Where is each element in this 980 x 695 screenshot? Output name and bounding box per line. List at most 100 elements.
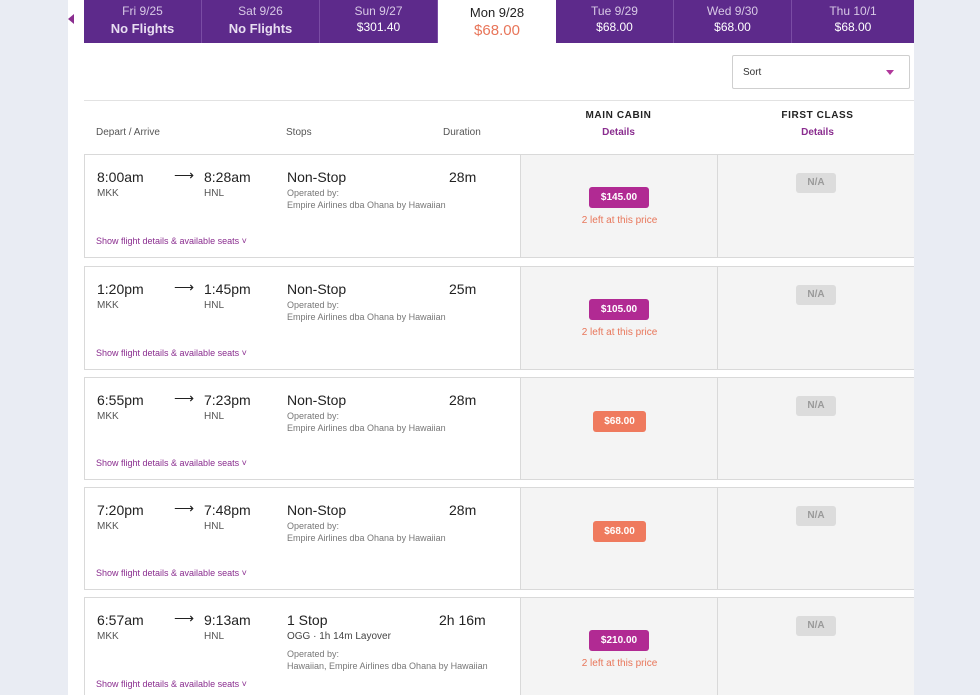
not-available-badge: N/A xyxy=(796,285,836,305)
first-class-cell: N/A xyxy=(717,378,914,479)
main-cabin-cell[interactable]: $68.00 xyxy=(520,488,717,589)
sort-label: Sort xyxy=(743,67,762,78)
flight-info: 6:55pm MKK ⟶ 7:23pm HNL Non-Stop Operate… xyxy=(85,378,520,479)
column-header-stops: Stops xyxy=(286,127,312,138)
first-class-details-link[interactable]: Details xyxy=(719,127,916,138)
arrow-right-icon: ⟶ xyxy=(174,390,195,406)
origin-code: MKK xyxy=(97,631,119,642)
date-tab-price: $68.00 xyxy=(714,20,751,34)
main-cabin-price-button[interactable]: $105.00 xyxy=(589,299,649,320)
operated-by-label: Operated by: xyxy=(287,411,340,421)
flight-row: 6:55pm MKK ⟶ 7:23pm HNL Non-Stop Operate… xyxy=(84,377,914,480)
show-flight-details-link[interactable]: Show flight details & available seats ˅ xyxy=(96,348,247,358)
operator-name: Empire Airlines dba Ohana by Hawaiian xyxy=(287,312,446,322)
arrive-time: 7:23pm xyxy=(204,392,251,408)
not-available-badge: N/A xyxy=(796,616,836,636)
arrive-time: 8:28am xyxy=(204,169,251,185)
date-tab-sat-9-26[interactable]: Sat 9/26 No Flights xyxy=(202,0,320,43)
stops-label: Non-Stop xyxy=(287,169,347,185)
destination-code: HNL xyxy=(204,521,225,532)
show-flight-details-link[interactable]: Show flight details & available seats ˅ xyxy=(96,458,247,468)
date-tab-wed-9-30[interactable]: Wed 9/30 $68.00 xyxy=(674,0,792,43)
date-tab-sun-9-27[interactable]: Sun 9/27 $301.40 xyxy=(320,0,438,43)
main-cabin-cell[interactable]: $105.00 2 left at this price xyxy=(520,267,717,369)
arrow-right-icon: ⟶ xyxy=(174,610,195,626)
destination-code: HNL xyxy=(204,411,225,422)
flight-info: 7:20pm MKK ⟶ 7:48pm HNL Non-Stop Operate… xyxy=(85,488,520,589)
first-class-cell: N/A xyxy=(717,598,914,695)
arrive-time: 7:48pm xyxy=(204,502,251,518)
date-tab-price: $68.00 xyxy=(834,20,872,34)
not-available-badge: N/A xyxy=(796,506,836,526)
depart-time: 6:55pm xyxy=(97,392,144,408)
operated-by-label: Operated by: xyxy=(287,188,340,198)
depart-time: 6:57am xyxy=(97,612,144,628)
date-tab-date: Sat 9/26 xyxy=(238,4,283,18)
seats-left-note: 2 left at this price xyxy=(581,658,658,669)
flight-row: 8:00am MKK ⟶ 8:28am HNL Non-Stop Operate… xyxy=(84,154,914,258)
destination-code: HNL xyxy=(204,631,225,642)
origin-code: MKK xyxy=(97,411,119,422)
operator-name: Hawaiian, Empire Airlines dba Ohana by H… xyxy=(287,661,488,671)
layover-info: OGG · 1h 14m Layover xyxy=(287,631,391,642)
arrive-time: 1:45pm xyxy=(204,281,251,297)
depart-time: 8:00am xyxy=(97,169,144,185)
first-class-cell: N/A xyxy=(717,488,914,589)
date-tab-tue-9-29[interactable]: Tue 9/29 $68.00 xyxy=(556,0,674,43)
date-tab-thu-10-1[interactable]: Thu 10/1 $68.00 xyxy=(792,0,914,43)
main-cabin-details-link[interactable]: Details xyxy=(520,127,717,138)
date-tab-price: $68.00 xyxy=(596,20,633,34)
main-cabin-cell[interactable]: $210.00 2 left at this price xyxy=(520,598,717,695)
duration: 25m xyxy=(449,281,477,297)
show-flight-details-link[interactable]: Show flight details & available seats ˅ xyxy=(96,236,247,246)
operator-name: Empire Airlines dba Ohana by Hawaiian xyxy=(287,200,446,210)
flight-row: 6:57am MKK ⟶ 9:13am HNL 1 Stop OGG · 1h … xyxy=(84,597,914,695)
flight-info: 6:57am MKK ⟶ 9:13am HNL 1 Stop OGG · 1h … xyxy=(85,598,520,695)
operated-by-label: Operated by: xyxy=(287,521,340,531)
column-header-first-class: FIRST CLASS xyxy=(781,110,854,121)
flight-info: 8:00am MKK ⟶ 8:28am HNL Non-Stop Operate… xyxy=(85,155,520,257)
show-flight-details-link[interactable]: Show flight details & available seats ˅ xyxy=(96,679,247,689)
flight-row: 1:20pm MKK ⟶ 1:45pm HNL Non-Stop Operate… xyxy=(84,266,914,370)
stops-label: Non-Stop xyxy=(287,392,347,408)
date-tab-date: Fri 9/25 xyxy=(122,4,163,18)
stops-label: 1 Stop xyxy=(287,612,328,628)
date-tab-fri-9-25[interactable]: Fri 9/25 No Flights xyxy=(84,0,202,43)
main-cabin-cell[interactable]: $68.00 xyxy=(520,378,717,479)
stops-label: Non-Stop xyxy=(287,281,347,297)
main-cabin-price-button[interactable]: $68.00 xyxy=(593,411,646,432)
main-cabin-price-button[interactable]: $210.00 xyxy=(589,630,649,651)
date-tab-date: Mon 9/28 xyxy=(469,5,525,20)
seats-left-note: 2 left at this price xyxy=(581,215,658,226)
date-tab-price: $301.40 xyxy=(356,20,401,34)
not-available-badge: N/A xyxy=(796,173,836,193)
operated-by-label: Operated by: xyxy=(287,649,340,659)
origin-code: MKK xyxy=(97,521,119,532)
operated-by-label: Operated by: xyxy=(287,300,340,310)
seats-left-note: 2 left at this price xyxy=(581,327,658,338)
date-tab-price: No Flights xyxy=(228,21,293,36)
main-cabin-price-button[interactable]: $68.00 xyxy=(593,521,646,542)
duration: 28m xyxy=(449,169,477,185)
main-cabin-price-button[interactable]: $145.00 xyxy=(589,187,649,208)
column-header-main-cabin: MAIN CABIN xyxy=(585,110,652,121)
date-tab-mon-9-28-selected[interactable]: Mon 9/28 $68.00 xyxy=(438,0,556,43)
date-tab-date: Tue 9/29 xyxy=(591,4,638,18)
sort-dropdown[interactable]: Sort xyxy=(732,55,910,89)
show-flight-details-link[interactable]: Show flight details & available seats ˅ xyxy=(96,568,247,578)
date-tab-price: $68.00 xyxy=(474,22,520,39)
duration: 28m xyxy=(449,502,477,518)
depart-time: 7:20pm xyxy=(97,502,144,518)
arrive-time: 9:13am xyxy=(204,612,251,628)
date-tab-price: No Flights xyxy=(110,21,175,36)
main-cabin-cell[interactable]: $145.00 2 left at this price xyxy=(520,155,717,257)
origin-code: MKK xyxy=(97,300,119,311)
chevron-down-icon xyxy=(886,70,894,75)
flight-info: 1:20pm MKK ⟶ 1:45pm HNL Non-Stop Operate… xyxy=(85,267,520,369)
first-class-cell: N/A xyxy=(717,267,914,369)
first-class-cell: N/A xyxy=(717,155,914,257)
arrow-right-icon: ⟶ xyxy=(174,167,195,183)
not-available-badge: N/A xyxy=(796,396,836,416)
stops-label: Non-Stop xyxy=(287,502,347,518)
previous-dates-arrow-icon[interactable] xyxy=(68,14,74,24)
